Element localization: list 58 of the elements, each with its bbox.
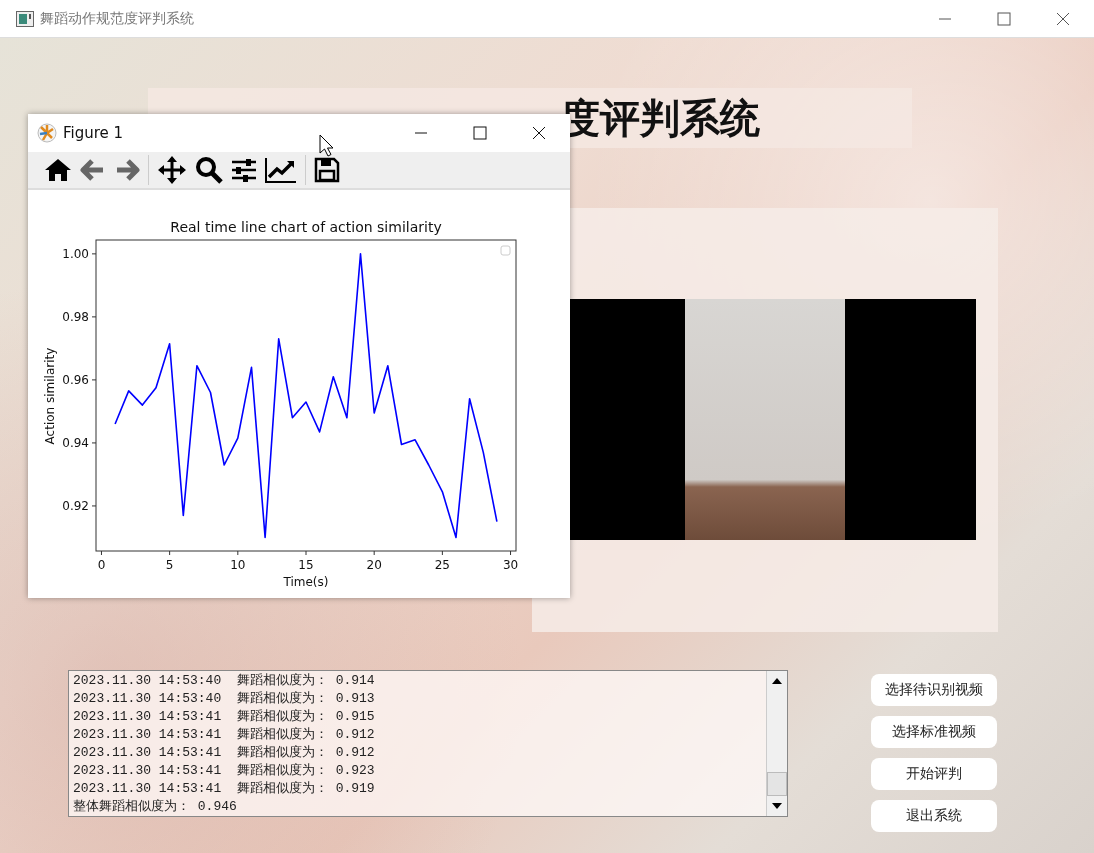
action-button[interactable]: 选择标准视频	[871, 716, 997, 748]
action-button[interactable]: 开始评判	[871, 758, 997, 790]
close-icon[interactable]	[532, 126, 546, 140]
log-line: 2023.11.30 14:53:41 舞蹈相似度为： 0.919	[73, 780, 376, 798]
x-tick: 30	[502, 550, 519, 572]
sliders-icon[interactable]	[231, 157, 257, 183]
x-axis-label: Time(s)	[283, 575, 329, 589]
x-tick-label: 25	[434, 558, 450, 572]
x-tick-label: 10	[230, 558, 246, 572]
x-tick: 0	[97, 550, 106, 572]
x-tick-label: 20	[366, 558, 382, 572]
x-tick-label: 30	[502, 558, 519, 572]
y-tick-label: 1.00	[62, 246, 89, 261]
x-tick: 15	[298, 550, 314, 572]
y-tick-label: 0.92	[62, 498, 89, 513]
close-icon[interactable]	[1056, 11, 1070, 26]
maximize-icon[interactable]	[473, 126, 487, 140]
chart-title: Real time line chart of action similarity	[170, 219, 442, 235]
x-tick: 20	[366, 550, 382, 572]
log-line: 2023.11.30 14:53:41 舞蹈相似度为： 0.923	[73, 762, 376, 780]
x-tick: 5	[165, 550, 174, 572]
scrollbar[interactable]	[766, 671, 787, 816]
figure-title: Figure 1	[63, 124, 124, 142]
y-axis-label: Action similarity	[43, 347, 57, 445]
save-icon[interactable]	[314, 157, 340, 183]
cursor-icon	[319, 134, 335, 158]
y-tick-label: 0.98	[62, 309, 89, 324]
x-tick-label: 0	[97, 558, 106, 572]
y-tick: 0.92	[62, 498, 97, 513]
y-tick-label: 0.94	[62, 435, 89, 450]
line-chart-icon[interactable]	[265, 157, 297, 183]
y-tick: 0.94	[62, 435, 97, 450]
log-line: 2023.11.30 14:53:41 舞蹈相似度为： 0.912	[73, 726, 376, 744]
back-arrow-icon[interactable]	[80, 157, 106, 183]
log-line: 2023.11.30 14:53:40 舞蹈相似度为： 0.914	[73, 672, 376, 690]
log-line: 2023.11.30 14:53:41 舞蹈相似度为： 0.912	[73, 744, 376, 762]
scroll-thumb[interactable]	[767, 772, 787, 796]
log-summary: 整体舞蹈相似度为： 0.946	[73, 798, 238, 816]
window-title: 舞蹈动作规范度评判系统	[40, 9, 194, 28]
action-button[interactable]: 选择待识别视频	[871, 674, 997, 706]
search-icon[interactable]	[195, 156, 223, 184]
log-line: 2023.11.30 14:53:40 舞蹈相似度为： 0.913	[73, 690, 376, 708]
x-tick: 10	[230, 550, 246, 572]
x-tick: 25	[434, 550, 450, 572]
legend-box	[500, 245, 511, 256]
x-tick-label: 5	[165, 558, 174, 572]
y-tick-label: 0.96	[62, 372, 89, 387]
y-tick: 0.96	[62, 372, 97, 387]
home-icon[interactable]	[44, 157, 72, 183]
x-tick-label: 15	[298, 558, 314, 572]
app-icon	[16, 10, 34, 27]
log-line: 2023.11.30 14:53:41 舞蹈相似度为： 0.915	[73, 708, 376, 726]
action-button[interactable]: 退出系统	[871, 800, 997, 832]
y-tick: 0.98	[62, 309, 97, 324]
move-icon[interactable]	[157, 155, 187, 185]
forward-arrow-icon[interactable]	[114, 157, 140, 183]
y-tick: 1.00	[62, 246, 97, 261]
figure-logo-icon	[37, 123, 57, 143]
